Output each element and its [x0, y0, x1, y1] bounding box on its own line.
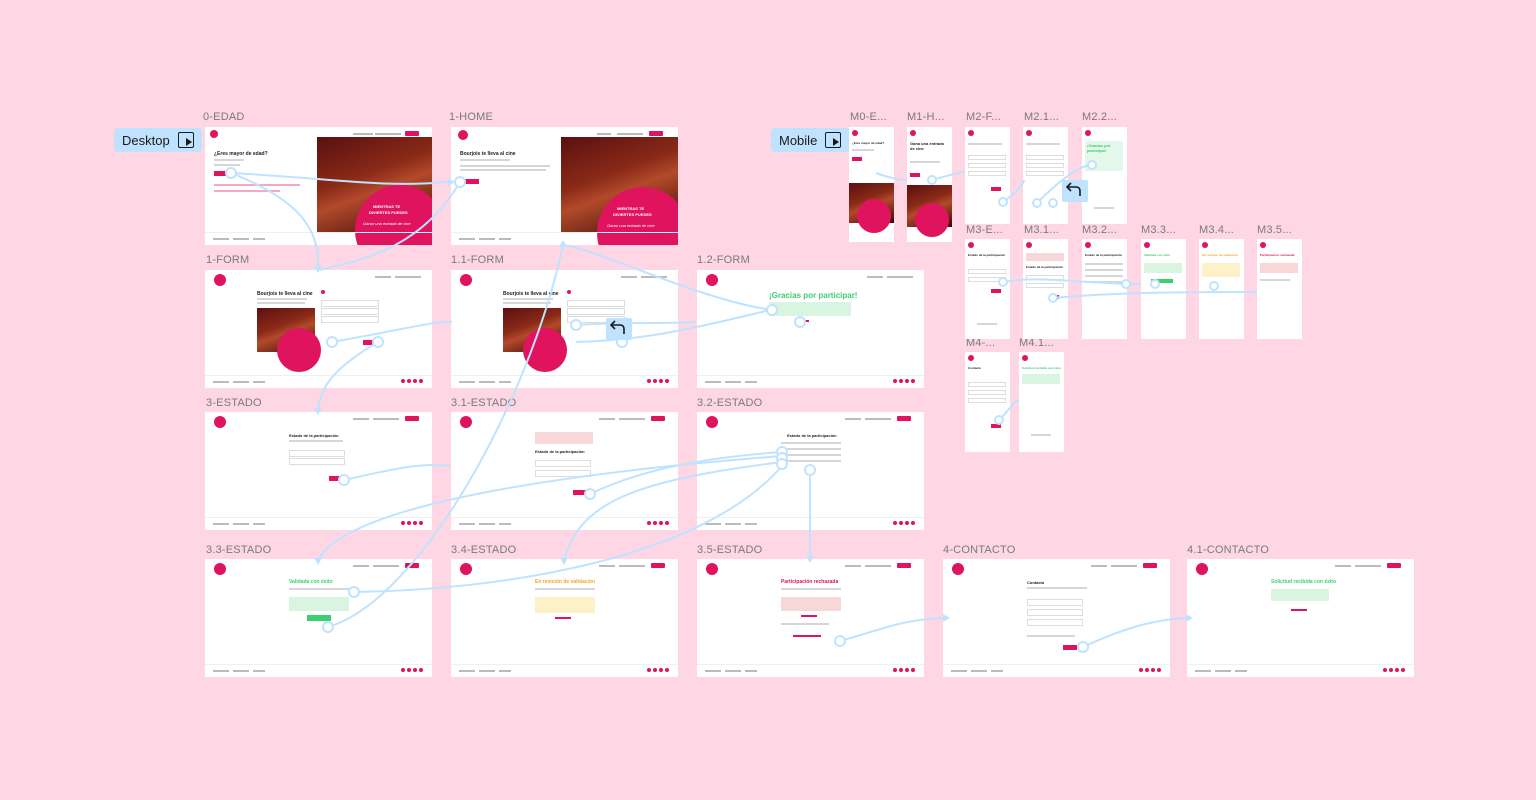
connector-form-to-estado: [317, 341, 379, 411]
connector-home-to-form: [319, 181, 461, 271]
connector-age-to-home: [230, 172, 449, 185]
connector-mobile-estado2: [1052, 291, 1258, 299]
connector-estado32-to-34: [563, 461, 783, 561]
connector-form11-to-form12: [575, 321, 697, 326]
connector-mobile-home-form: [931, 171, 966, 181]
prototype-connections: [225, 160, 1258, 653]
back-navigation-icon: [606, 318, 632, 340]
connector-estado33-to-home: [327, 244, 564, 628]
connector-estado-to-31: [343, 463, 451, 481]
connector-mobile-age: [875, 172, 907, 181]
connector-estado33-to-32: [353, 465, 783, 593]
connector-form-to-thanks: [331, 320, 453, 343]
back-navigation-icon: [1062, 180, 1088, 202]
connector-mobile-estado: [1002, 278, 1142, 285]
connector-age-to-form: [230, 172, 320, 269]
connector-contact-to-sent: [1082, 617, 1187, 648]
connector-rejected-to-contact: [839, 617, 944, 642]
connector-form11-back: [575, 309, 771, 343]
connector-form12-to-home: [562, 244, 773, 311]
